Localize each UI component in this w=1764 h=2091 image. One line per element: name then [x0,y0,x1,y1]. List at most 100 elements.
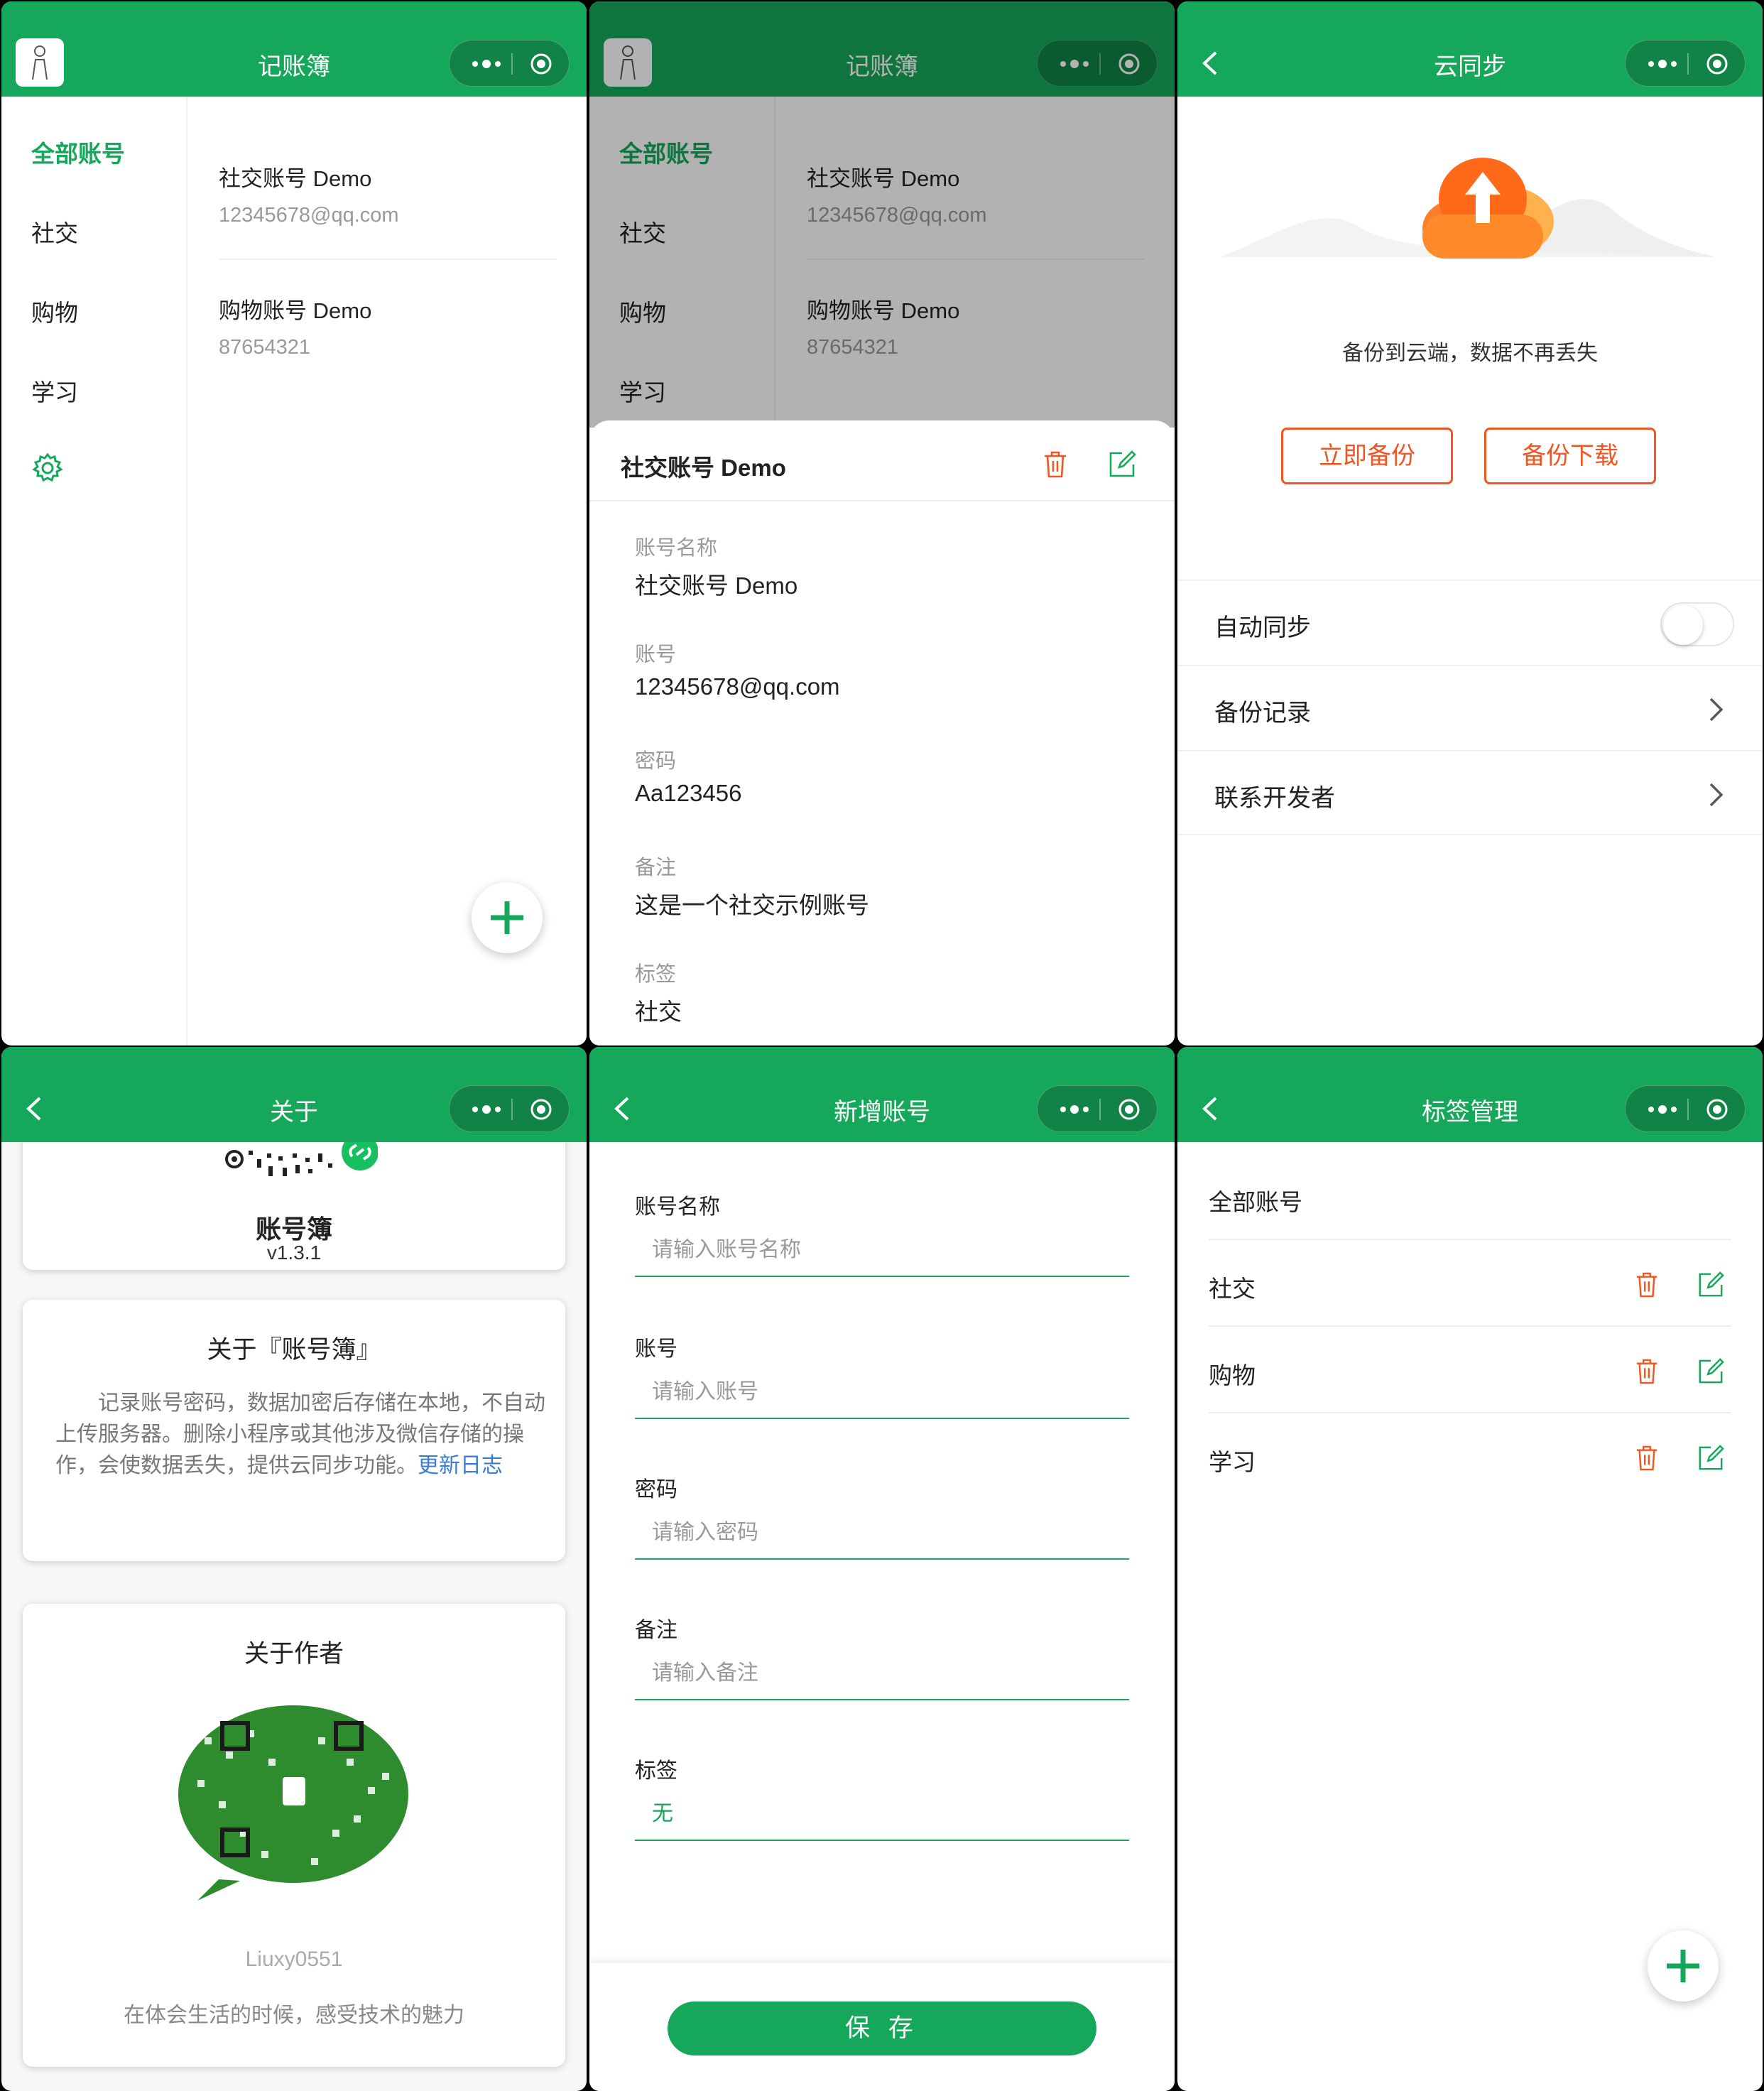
account-name: 社交账号 Demo [219,166,372,191]
tag-label: 学习 [1209,1449,1256,1475]
navbar: 记账簿 [1,1,587,97]
more-icon[interactable] [1055,1099,1097,1120]
more-icon[interactable] [1643,53,1685,75]
about-text: 记录账号密码，数据加密后存储在本地，不自动上传服务器。删除小程序或其他涉及微信存… [55,1391,545,1477]
sidebar-item-shopping[interactable]: 购物 [31,294,78,328]
row-label: 自动同步 [1214,614,1311,641]
modal-mask[interactable] [589,1,1175,428]
capsule-menu[interactable] [449,40,570,87]
edit-icon[interactable] [1108,450,1136,479]
close-miniprogram-icon[interactable] [1706,1098,1728,1121]
tag-label: 全部账号 [1209,1189,1302,1215]
capsule-menu[interactable] [449,1085,570,1132]
auto-sync-toggle[interactable] [1660,602,1734,646]
account-value: 87654321 [219,336,311,359]
remark-input[interactable] [635,1648,1129,1700]
field-label: 账号名称 [635,537,718,560]
password-label: 密码 [635,1478,677,1501]
add-account-button[interactable] [472,882,543,953]
chevron-right-icon [1709,783,1724,807]
delete-icon[interactable] [1635,1271,1659,1298]
panel-account-detail: 记账簿 全部账号 社交 购物 学习 社交账号 Demo 12345678@qq.… [589,1,1175,1046]
delete-icon[interactable] [1635,1358,1659,1385]
account-name-label: 账号名称 [635,1195,720,1219]
close-miniprogram-icon[interactable] [530,53,552,75]
more-icon[interactable] [467,53,509,75]
author-card: 关于作者 Liuxy0551 在体会生活的时候，感受技术的魅力 [23,1604,565,2067]
tag-label: 标签 [635,1759,677,1783]
password-input[interactable] [635,1507,1129,1560]
plus-icon [1667,1950,1699,1982]
author-name: Liuxy0551 [245,1948,343,1971]
field-label: 备注 [635,857,677,879]
about-card: 关于『账号簿』 记录账号密码，数据加密后存储在本地，不自动上传服务器。删除小程序… [23,1300,565,1561]
author-qr-code-icon [178,1705,408,1901]
field-value: 这是一个社交示例账号 [635,892,869,918]
remark-label: 备注 [635,1619,677,1642]
sidebar-item-social[interactable]: 社交 [31,214,78,249]
tag-row: 学习 [1209,1413,1731,1500]
field-label: 标签 [635,963,677,986]
chevron-right-icon [1709,697,1724,722]
account-name: 购物账号 Demo [219,298,372,323]
contact-developer-row[interactable]: 联系开发者 [1177,750,1763,835]
panel-about: 账号簿 v1.3.1 关于『账号簿』 记录账号密码，数据加密后存储在本地，不自动… [1,1047,587,2091]
settings-gear-icon[interactable] [31,452,64,484]
account-input[interactable] [635,1367,1129,1419]
field-label: 密码 [635,750,677,773]
row-label: 联系开发者 [1214,785,1335,812]
panel-add-account: 新增账号 账号名称 账号 密码 备注 标签 无 保 存 [589,1047,1175,2091]
add-tag-button[interactable] [1648,1930,1719,2002]
tag-row: 购物 [1209,1327,1731,1413]
tag-label: 社交 [1209,1276,1256,1302]
navbar: 新增账号 [589,1047,1175,1142]
auto-sync-row: 自动同步 [1177,580,1763,665]
backup-records-row[interactable]: 备份记录 [1177,665,1763,750]
account-label: 账号 [635,1337,677,1361]
tag-label: 购物 [1209,1362,1256,1389]
sidebar-item-study[interactable]: 学习 [31,374,78,408]
capsule-menu[interactable] [1625,1085,1746,1132]
more-icon[interactable] [1643,1099,1685,1120]
close-miniprogram-icon[interactable] [1706,53,1728,75]
delete-icon[interactable] [1635,1445,1659,1472]
more-icon[interactable] [467,1099,509,1120]
capsule-menu[interactable] [1037,1085,1158,1132]
about-title: 关于『账号簿』 [207,1336,381,1364]
navbar: 标签管理 [1177,1047,1763,1142]
sidebar-item-all[interactable]: 全部账号 [31,135,125,169]
account-item[interactable]: 社交账号 Demo 12345678@qq.com [219,161,557,227]
author-motto: 在体会生活的时候，感受技术的魅力 [124,2004,464,2027]
delete-icon[interactable] [1042,450,1068,479]
account-item[interactable]: 购物账号 Demo 87654321 [219,293,557,359]
save-button[interactable]: 保 存 [668,2002,1096,2055]
field-value: Aa123456 [635,780,742,806]
navbar: 云同步 [1177,1,1763,97]
account-name-input[interactable] [635,1224,1129,1277]
changelog-link[interactable]: 更新日志 [418,1454,503,1477]
edit-icon[interactable] [1697,1445,1724,1472]
edit-icon[interactable] [1697,1271,1724,1298]
field-label: 账号 [635,643,677,666]
sheet-title: 社交账号 Demo [621,455,786,481]
close-miniprogram-icon[interactable] [1118,1098,1140,1121]
field-value: 社交账号 Demo [635,572,798,599]
navbar: 关于 [1,1047,587,1142]
tag-row-all: 全部账号 [1209,1153,1731,1240]
author-title: 关于作者 [244,1640,344,1668]
tag-picker[interactable]: 无 [635,1788,1129,1841]
row-label: 备份记录 [1214,700,1311,727]
panel-tag-management: 标签管理 全部账号 社交 购物 学习 [1177,1047,1763,2091]
field-value: 社交 [635,999,682,1025]
capsule-menu[interactable] [1625,40,1746,87]
account-value: 12345678@qq.com [219,204,399,227]
account-detail-sheet: 社交账号 Demo 账号名称 社交账号 Demo 账号 12345678@qq.… [589,420,1175,1046]
close-miniprogram-icon[interactable] [530,1098,552,1121]
panel-cloud-sync: 云同步 备份到云端，数据不再丢失 立即备份 备份下载 自动同步 备份记录 联系开… [1177,1,1763,1046]
backup-download-button[interactable]: 备份下载 [1484,428,1656,484]
backup-now-button[interactable]: 立即备份 [1281,428,1453,484]
cloud-upload-illustration [1220,158,1717,259]
cloud-tagline: 备份到云端，数据不再丢失 [1342,342,1598,365]
edit-icon[interactable] [1697,1358,1724,1385]
app-name: 账号簿 [255,1215,332,1244]
